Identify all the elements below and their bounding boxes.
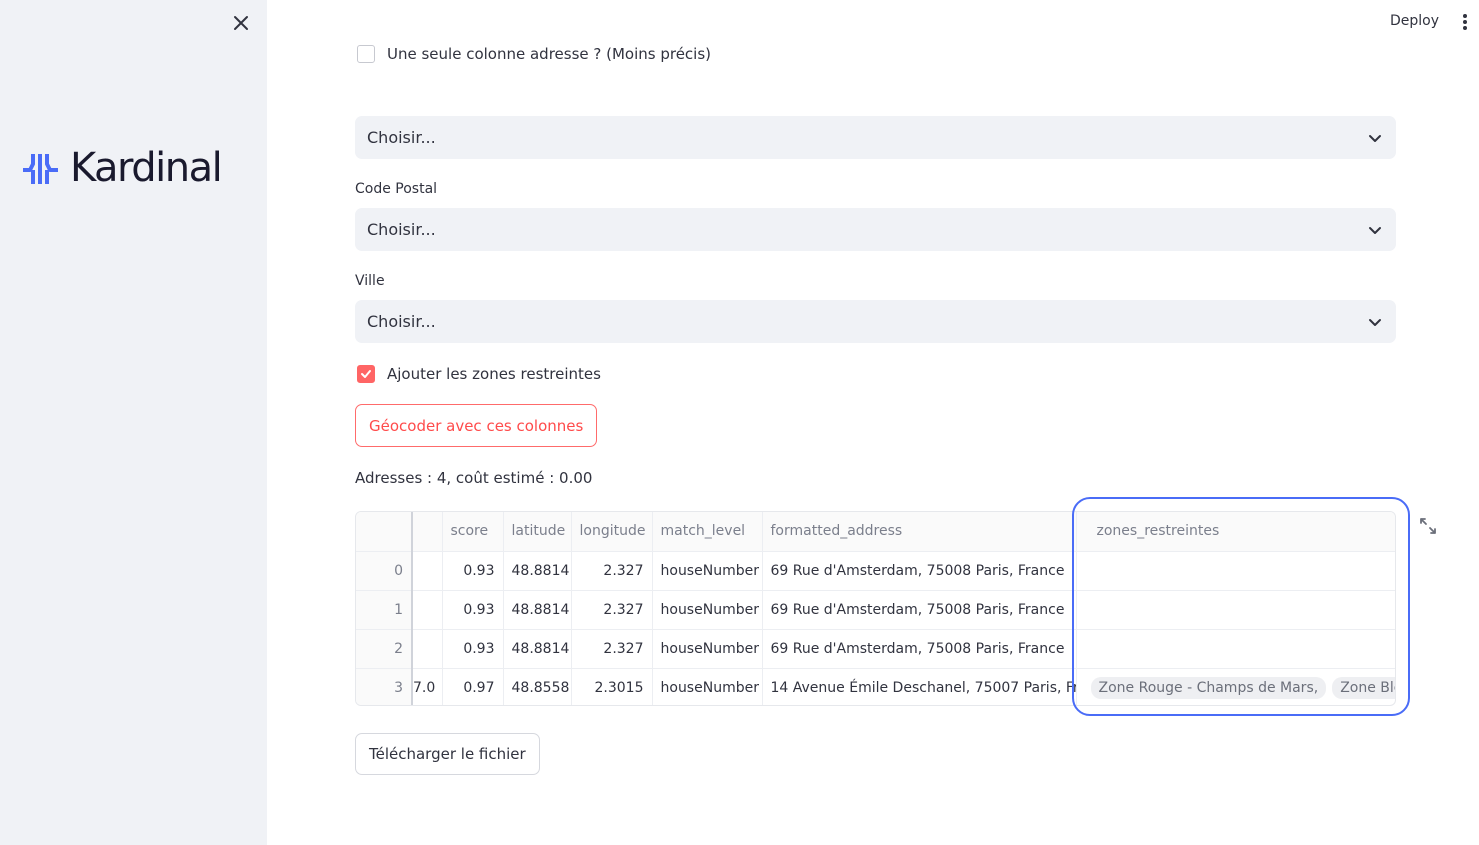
cell-zones[interactable] bbox=[1076, 551, 1395, 591]
cell-zones[interactable] bbox=[1076, 629, 1395, 669]
deploy-button[interactable]: Deploy bbox=[1384, 11, 1445, 31]
city-label: Ville bbox=[355, 273, 385, 289]
cell-latitude[interactable]: 48.8814 bbox=[503, 629, 572, 669]
address-select-value: Choisir... bbox=[367, 128, 436, 147]
postal-code-select-value: Choisir... bbox=[367, 220, 436, 239]
cell-longitude[interactable]: 2.327 bbox=[571, 551, 653, 591]
row-index: 3 bbox=[356, 668, 413, 705]
cell-match-level[interactable]: houseNumber bbox=[652, 590, 763, 630]
cell-partial[interactable] bbox=[411, 551, 443, 591]
column-header-match-level[interactable]: match_level bbox=[652, 512, 763, 552]
cell-formatted-address[interactable]: 69 Rue d'Amsterdam, 75008 Paris, France bbox=[762, 629, 1077, 669]
zone-tag: Zone Rouge - Champs de Mars, bbox=[1090, 676, 1327, 699]
address-stats: Adresses : 4, coût estimé : 0.00 bbox=[355, 469, 593, 487]
close-icon bbox=[234, 16, 248, 30]
expand-icon bbox=[1420, 518, 1436, 534]
column-header-score[interactable]: score bbox=[442, 512, 504, 552]
address-select[interactable]: Choisir... bbox=[355, 116, 1396, 159]
cell-formatted-address[interactable]: 69 Rue d'Amsterdam, 75008 Paris, France bbox=[762, 551, 1077, 591]
cell-match-level[interactable]: houseNumber bbox=[652, 668, 763, 705]
cell-partial[interactable] bbox=[411, 629, 443, 669]
single-address-checkbox[interactable] bbox=[357, 45, 375, 63]
column-header-zones-restreintes[interactable]: zones_restreintes bbox=[1076, 512, 1395, 552]
chevron-down-icon bbox=[1369, 134, 1381, 142]
cell-partial[interactable]: 7.0 bbox=[411, 668, 443, 705]
city-select-value: Choisir... bbox=[367, 312, 436, 331]
chevron-down-icon bbox=[1369, 318, 1381, 326]
row-index: 2 bbox=[356, 629, 413, 669]
column-header bbox=[356, 512, 413, 552]
expand-table-button[interactable] bbox=[1418, 516, 1438, 536]
column-header-latitude[interactable]: latitude bbox=[503, 512, 572, 552]
geocode-button[interactable]: Géocoder avec ces colonnes bbox=[355, 404, 598, 447]
restricted-zones-checkbox[interactable] bbox=[357, 365, 375, 383]
kardinal-logo-icon bbox=[23, 154, 58, 184]
table-row[interactable]: 1 0.93 48.8814 2.327 houseNumber 69 Rue … bbox=[356, 590, 1395, 630]
table-row[interactable]: 2 0.93 48.8814 2.327 houseNumber 69 Rue … bbox=[356, 629, 1395, 669]
chevron-down-icon bbox=[1369, 226, 1381, 234]
kardinal-logo: Kardinal bbox=[20, 145, 223, 191]
cell-score[interactable]: 0.93 bbox=[442, 629, 504, 669]
cell-score[interactable]: 0.93 bbox=[442, 551, 504, 591]
single-address-label: Une seule colonne adresse ? (Moins préci… bbox=[387, 45, 712, 63]
cell-formatted-address[interactable]: 69 Rue d'Amsterdam, 75008 Paris, France bbox=[762, 590, 1077, 630]
logo-text: Kardinal bbox=[70, 145, 223, 191]
single-address-checkbox-row[interactable]: Une seule colonne adresse ? (Moins préci… bbox=[357, 45, 711, 63]
cell-score[interactable]: 0.97 bbox=[442, 668, 504, 705]
row-index: 0 bbox=[356, 551, 413, 591]
kebab-menu-icon[interactable] bbox=[1458, 12, 1472, 32]
table-row[interactable]: 3 7.0 0.97 48.8558 2.3015 houseNumber 14… bbox=[356, 668, 1395, 705]
checkmark-icon bbox=[361, 370, 371, 378]
table-row[interactable]: 0 0.93 48.8814 2.327 houseNumber 69 Rue … bbox=[356, 551, 1395, 591]
cell-latitude[interactable]: 48.8558 bbox=[503, 668, 572, 705]
cell-partial[interactable] bbox=[411, 590, 443, 630]
cell-formatted-address[interactable]: 14 Avenue Émile Deschanel, 75007 Paris, … bbox=[762, 668, 1077, 705]
cell-latitude[interactable]: 48.8814 bbox=[503, 551, 572, 591]
city-select[interactable]: Choisir... bbox=[355, 300, 1396, 343]
download-file-button[interactable]: Télécharger le fichier bbox=[355, 733, 540, 775]
row-index: 1 bbox=[356, 590, 413, 630]
cell-longitude[interactable]: 2.3015 bbox=[571, 668, 653, 705]
column-header-formatted-address[interactable]: formatted_address bbox=[762, 512, 1077, 552]
column-header-longitude[interactable]: longitude bbox=[571, 512, 653, 552]
table-header-row: score latitude longitude match_level for… bbox=[356, 512, 1395, 552]
cell-zones[interactable]: Zone Rouge - Champs de Mars,Zone Bleue - bbox=[1076, 668, 1395, 705]
cell-zones[interactable] bbox=[1076, 590, 1395, 630]
postal-code-select[interactable]: Choisir... bbox=[355, 208, 1396, 251]
results-table[interactable]: score latitude longitude match_level for… bbox=[355, 511, 1396, 706]
zone-tag: Zone Bleue - bbox=[1332, 676, 1395, 699]
cell-match-level[interactable]: houseNumber bbox=[652, 551, 763, 591]
cell-longitude[interactable]: 2.327 bbox=[571, 590, 653, 630]
column-header bbox=[411, 512, 443, 552]
cell-score[interactable]: 0.93 bbox=[442, 590, 504, 630]
cell-match-level[interactable]: houseNumber bbox=[652, 629, 763, 669]
postal-code-label: Code Postal bbox=[355, 181, 438, 197]
restricted-zones-checkbox-row[interactable]: Ajouter les zones restreintes bbox=[357, 365, 601, 383]
sidebar: Kardinal bbox=[0, 0, 267, 845]
close-sidebar-button[interactable] bbox=[229, 11, 253, 35]
cell-longitude[interactable]: 2.327 bbox=[571, 629, 653, 669]
cell-latitude[interactable]: 48.8814 bbox=[503, 590, 572, 630]
restricted-zones-label: Ajouter les zones restreintes bbox=[387, 365, 601, 383]
